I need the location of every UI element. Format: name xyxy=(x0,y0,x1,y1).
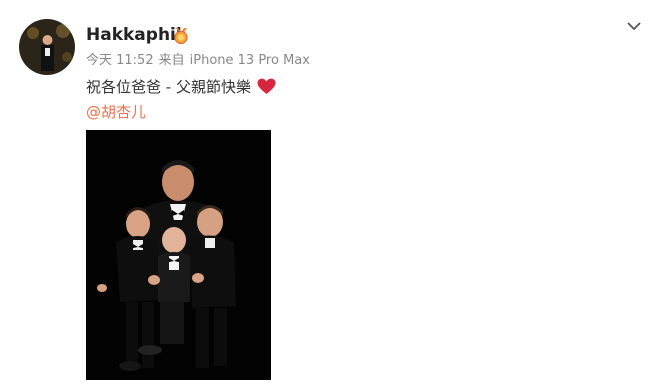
source-device[interactable]: iPhone 13 Pro Max xyxy=(190,53,310,68)
user-avatar[interactable] xyxy=(19,19,75,75)
post-content: 祝各位爸爸 - 父親節快樂 xyxy=(86,77,276,97)
mention-link[interactable]: @胡杏儿 xyxy=(86,102,146,122)
post-text: 祝各位爸爸 - 父親節快樂 xyxy=(86,78,251,96)
chevron-down-icon[interactable] xyxy=(625,18,643,32)
source-prefix: 来自 xyxy=(158,53,185,68)
verified-medal-icon[interactable] xyxy=(171,26,191,45)
red-heart-icon xyxy=(257,78,276,95)
post-meta: 今天 11:52 来自 iPhone 13 Pro Max xyxy=(86,53,315,69)
post-time[interactable]: 今天 11:52 xyxy=(86,53,154,68)
post-photo[interactable] xyxy=(86,130,271,380)
username[interactable]: Hakkaphil xyxy=(86,25,182,45)
weibo-post: Hakkaphil 今天 11:52 来自 iPhone 13 Pro Max 祝各… xyxy=(0,0,660,391)
